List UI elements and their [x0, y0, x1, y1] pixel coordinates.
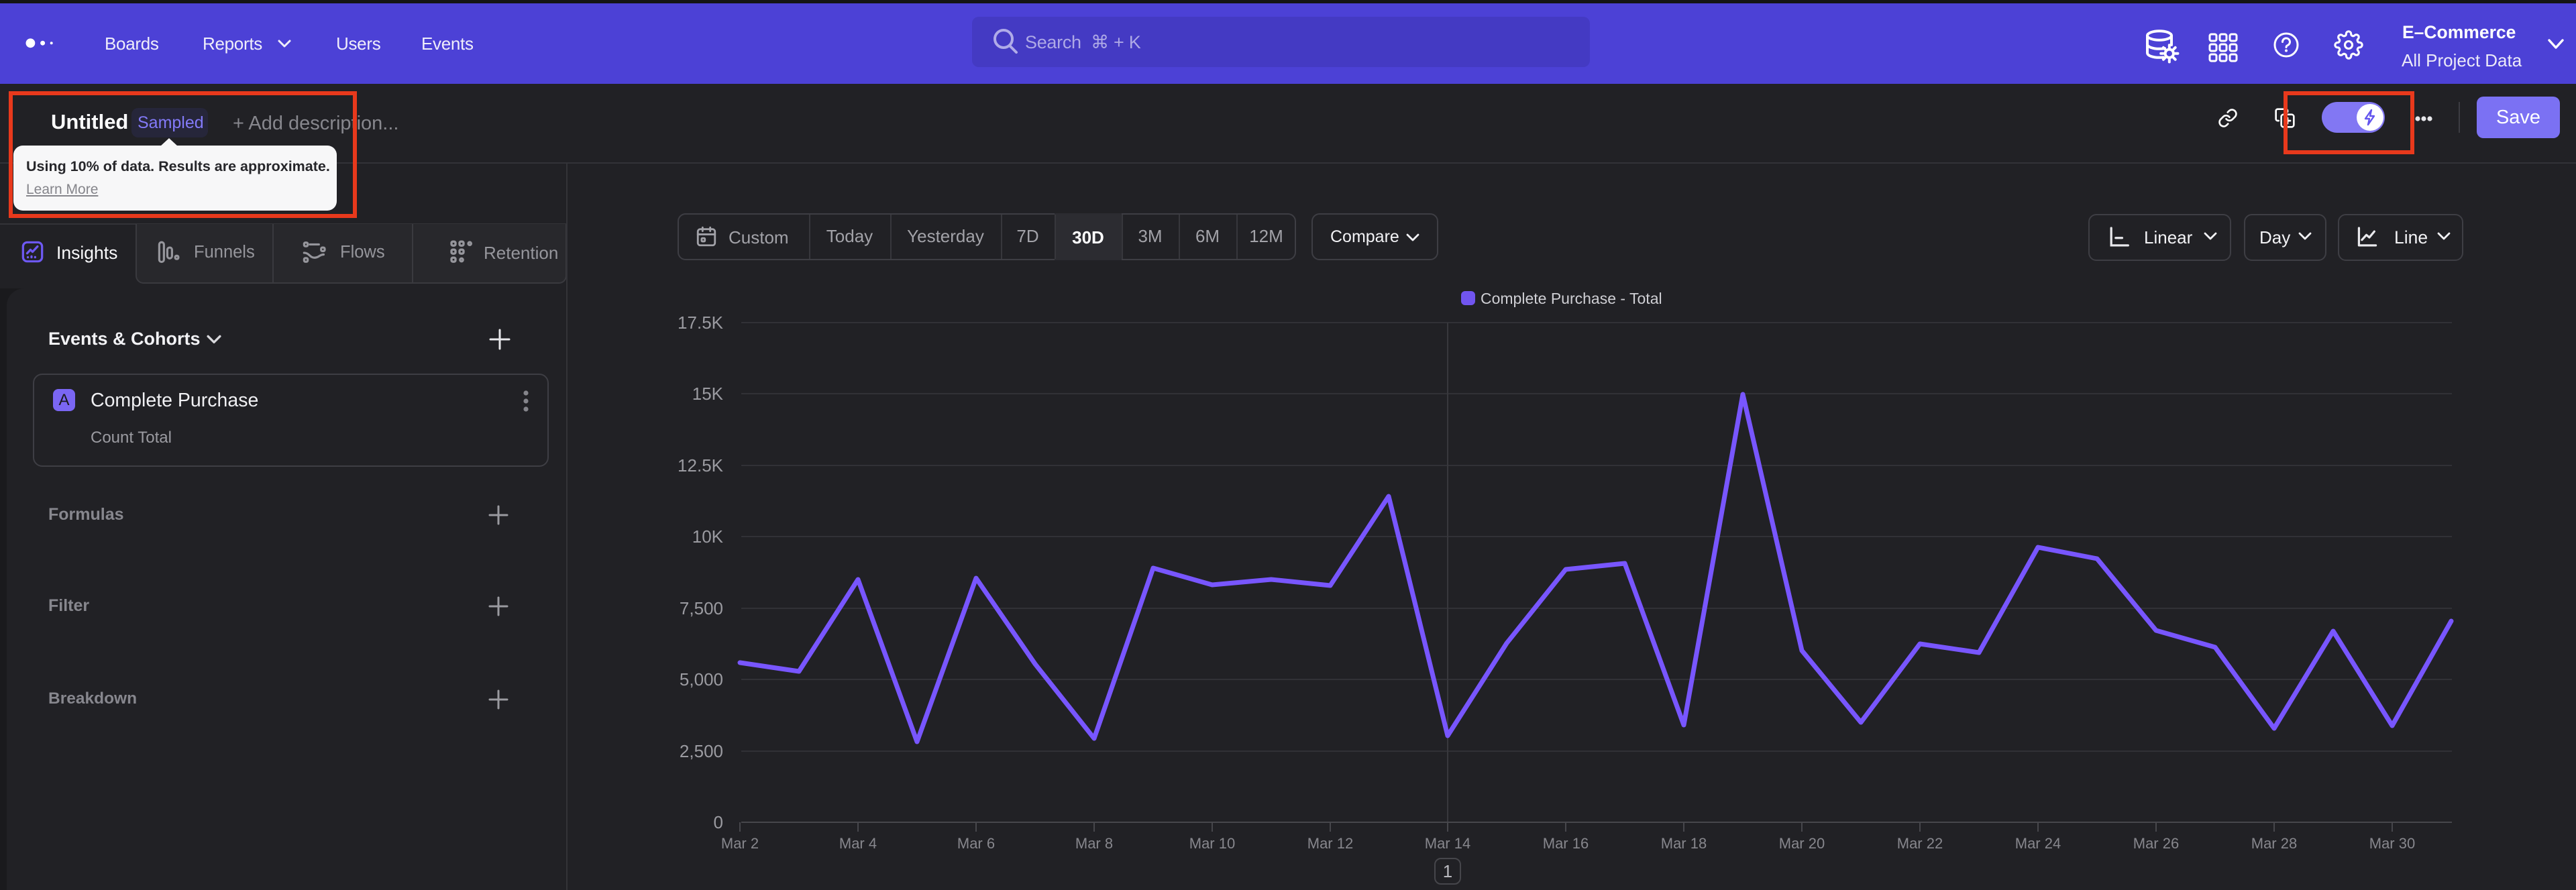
svg-text:Mar 14: Mar 14	[1425, 835, 1470, 852]
svg-text:1: 1	[1443, 861, 1452, 881]
svg-text:Mar 18: Mar 18	[1661, 835, 1707, 852]
svg-text:Mar 28: Mar 28	[2251, 835, 2297, 852]
svg-text:Mar 26: Mar 26	[2133, 835, 2179, 852]
svg-text:10K: 10K	[692, 526, 724, 547]
svg-text:Mar 4: Mar 4	[839, 835, 877, 852]
svg-text:17.5K: 17.5K	[678, 313, 724, 333]
svg-text:Mar 16: Mar 16	[1543, 835, 1589, 852]
svg-text:Mar 2: Mar 2	[721, 835, 759, 852]
svg-text:7,500: 7,500	[680, 598, 723, 618]
svg-text:0: 0	[714, 812, 723, 832]
svg-text:2,500: 2,500	[680, 741, 723, 761]
svg-text:Mar 20: Mar 20	[1779, 835, 1825, 852]
svg-text:Mar 8: Mar 8	[1075, 835, 1113, 852]
svg-text:Mar 10: Mar 10	[1189, 835, 1235, 852]
svg-text:Complete Purchase - Total: Complete Purchase - Total	[1481, 290, 1662, 307]
svg-text:Mar 30: Mar 30	[2369, 835, 2415, 852]
svg-text:5,000: 5,000	[680, 669, 723, 689]
svg-text:12.5K: 12.5K	[678, 455, 724, 476]
svg-text:Mar 24: Mar 24	[2015, 835, 2061, 852]
svg-text:Mar 22: Mar 22	[1897, 835, 1943, 852]
svg-text:Mar 12: Mar 12	[1307, 835, 1353, 852]
svg-text:Mar 6: Mar 6	[957, 835, 995, 852]
svg-text:15K: 15K	[692, 384, 724, 404]
